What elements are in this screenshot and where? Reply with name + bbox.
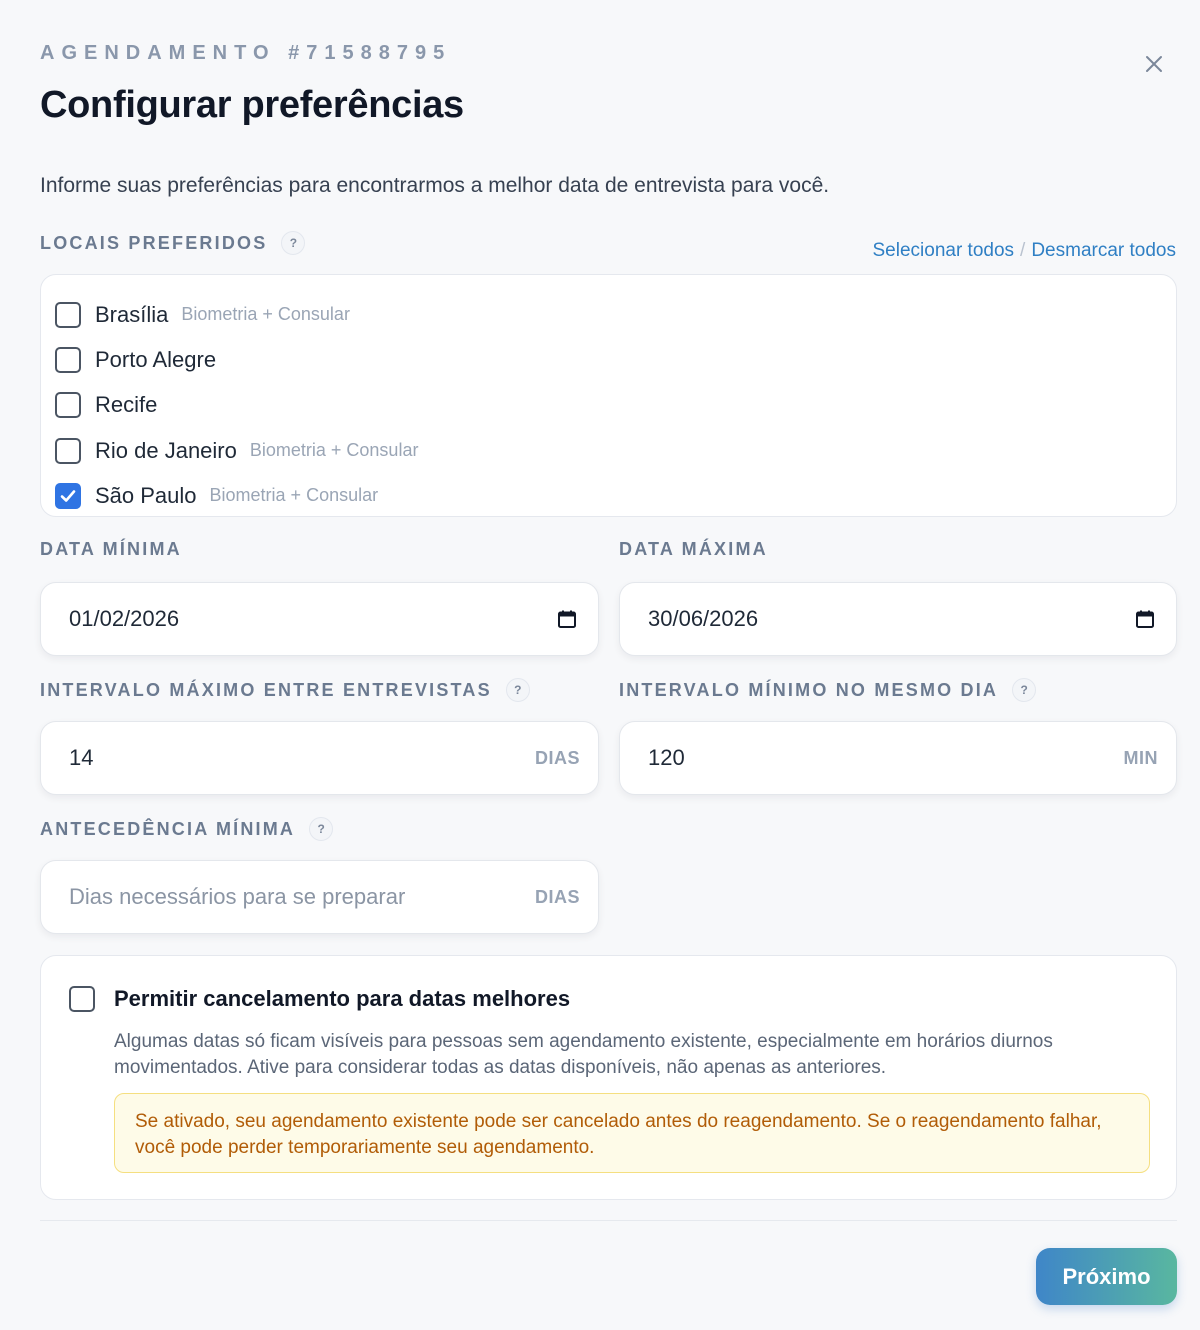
cancellation-card: Permitir cancelamento para datas melhore… [40, 955, 1177, 1200]
location-services: Biometria + Consular [249, 440, 419, 461]
location-services: Biometria + Consular [209, 485, 379, 506]
intro-text: Informe suas preferências para encontrar… [40, 174, 830, 197]
unit-label: DIAS [534, 747, 580, 768]
max-date-label: DATA MÁXIMA [619, 539, 768, 559]
location-item-brasilia[interactable]: Brasília Biometria + Consular [41, 292, 1176, 337]
checkbox[interactable] [55, 301, 81, 328]
help-icon[interactable]: ? [309, 817, 334, 841]
min-same-day-label: INTERVALO MÍNIMO NO MESMO DIA ? [619, 678, 1037, 702]
max-date-value: 30/06/2026 [648, 606, 759, 631]
location-name: Rio de Janeiro [95, 437, 237, 463]
checkbox[interactable] [55, 346, 81, 373]
unit-label: DIAS [534, 886, 580, 907]
location-item-sao-paulo[interactable]: São Paulo Biometria + Consular [41, 473, 1176, 518]
calendar-button[interactable] [554, 606, 580, 632]
max-date-input[interactable]: 30/06/2026 [619, 582, 1177, 656]
warning-box: Se ativado, seu agendamento existente po… [114, 1093, 1150, 1173]
calendar-button[interactable] [1132, 606, 1158, 632]
checkbox[interactable] [55, 392, 81, 419]
checkbox-checked[interactable] [55, 482, 81, 509]
min-date-label: DATA MÍNIMA [40, 539, 182, 559]
cancellation-description: Algumas datas só ficam visíveis para pes… [114, 1031, 1053, 1078]
location-item-porto-alegre[interactable]: Porto Alegre [41, 337, 1176, 382]
max-interval-label: INTERVALO MÁXIMO ENTRE ENTREVISTAS ? [40, 678, 530, 702]
location-name: São Paulo [95, 482, 197, 508]
calendar-icon [1136, 610, 1154, 628]
preferences-modal: AGENDAMENTO #71588795 Configurar preferê… [0, 0, 1200, 1330]
cancellation-title: Permitir cancelamento para datas melhore… [114, 986, 571, 1011]
checkbox[interactable] [69, 986, 95, 1012]
close-button[interactable] [1140, 50, 1168, 78]
close-icon [1146, 56, 1162, 72]
select-all-link[interactable]: Selecionar todos [873, 240, 1015, 261]
min-same-day-value: 120 [648, 745, 685, 770]
help-icon[interactable]: ? [505, 678, 530, 702]
min-same-day-input[interactable]: 120 MIN [619, 721, 1177, 795]
min-date-value: 01/02/2026 [69, 606, 180, 631]
deselect-all-link[interactable]: Desmarcar todos [1031, 240, 1176, 261]
advance-placeholder: Dias necessários para se preparar [69, 884, 406, 909]
location-name: Recife [95, 392, 158, 418]
checkbox[interactable] [55, 437, 81, 464]
appointment-id: AGENDAMENTO #71588795 [40, 42, 452, 64]
next-button[interactable]: Próximo [1036, 1248, 1177, 1305]
footer-divider [40, 1220, 1177, 1221]
unit-label: MIN [1123, 747, 1158, 768]
max-interval-input[interactable]: 14 DIAS [40, 721, 599, 795]
help-icon[interactable]: ? [1012, 678, 1037, 702]
location-services: Biometria + Consular [181, 304, 350, 325]
allow-cancellation-toggle[interactable]: Permitir cancelamento para datas melhore… [69, 986, 570, 1012]
page-title: Configurar preferências [40, 84, 464, 126]
locations-list: Brasília Biometria + Consular Porto Aleg… [40, 274, 1177, 517]
location-name: Brasília [95, 301, 169, 327]
link-separator: / [1020, 240, 1026, 261]
advance-input[interactable]: Dias necessários para se preparar DIAS [40, 860, 599, 934]
max-interval-value: 14 [69, 745, 94, 770]
bulk-select-links: Selecionar todos / Desmarcar todos [873, 240, 1177, 262]
calendar-icon [558, 610, 576, 628]
locations-label: LOCAIS PREFERIDOS ? [40, 231, 306, 255]
advance-label: ANTECEDÊNCIA MÍNIMA ? [40, 817, 334, 841]
help-icon[interactable]: ? [281, 231, 306, 255]
location-item-rio-de-janeiro[interactable]: Rio de Janeiro Biometria + Consular [41, 428, 1176, 473]
location-item-recife[interactable]: Recife [41, 383, 1176, 428]
min-date-input[interactable]: 01/02/2026 [40, 582, 599, 656]
location-name: Porto Alegre [95, 346, 217, 372]
checkmark-icon [60, 490, 76, 502]
